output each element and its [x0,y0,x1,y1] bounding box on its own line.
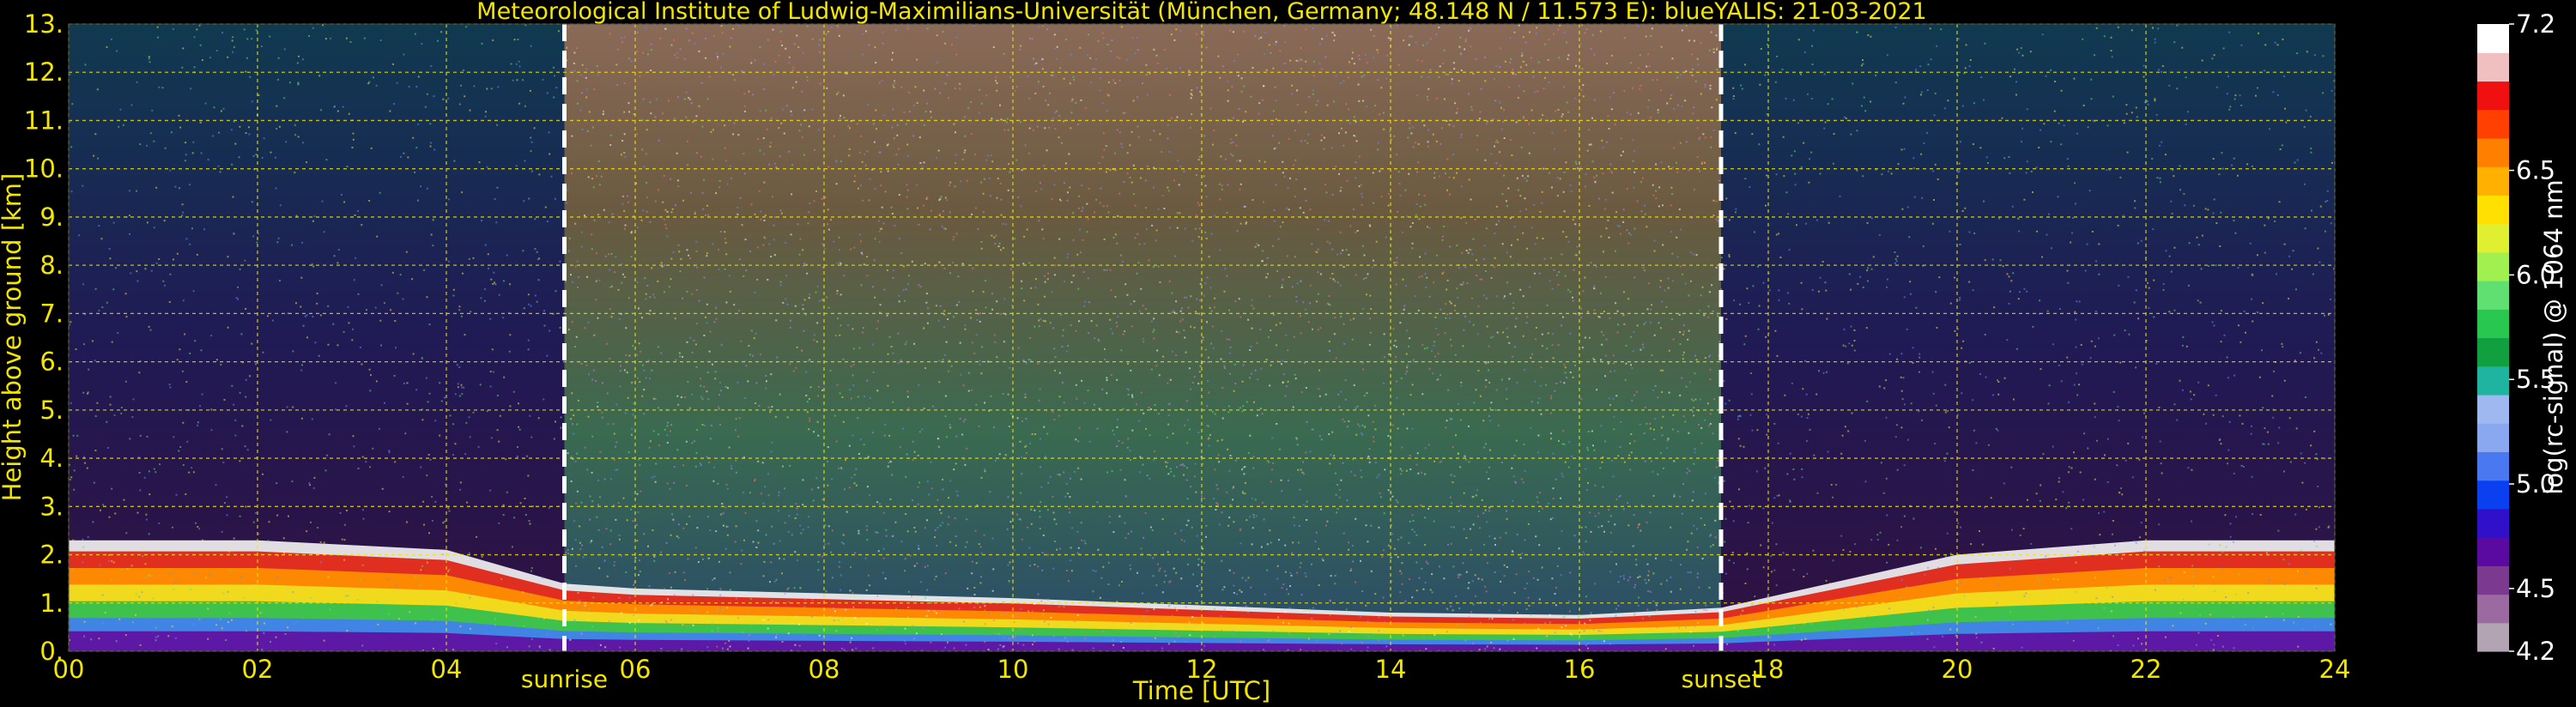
lidar-chart: Meteorological Institute of Ludwig-Maxim… [0,0,2568,705]
colorbar-swatch [2477,251,2509,281]
colorbar-swatch [2477,309,2509,339]
colorbar-swatch [2477,565,2509,595]
colorbar-swatch [2477,423,2509,453]
colorbar-swatch [2477,109,2509,139]
x-tick-label: 10 [997,655,1029,684]
colorbar-swatch [2477,594,2509,624]
x-tick-label: 14 [1375,655,1407,684]
y-ticks: 0. 1. 2. 3. 4. 5. 6. 7. 8. 9. 10. 11. 12. 13. [24,9,64,666]
annotation-label: sunrise [521,665,608,693]
colorbar-swatch [2477,166,2509,196]
colorbar-swatch [2477,24,2509,53]
y-tick-label: 9. [39,202,64,232]
daytime-background [564,24,1721,651]
x-tick-label: 08 [809,655,840,684]
colorbar-swatch [2477,337,2509,367]
y-tick-label: 8. [39,251,64,280]
annotation-label: sunset [1682,665,1761,693]
y-tick-label: 10. [24,154,64,184]
colorbar-swatch [2477,223,2509,253]
colorbar-tick-label: 7.2 [2516,9,2555,39]
colorbar-swatch [2477,195,2509,225]
y-tick-label: 12. [24,57,64,87]
y-tick-label: 0. [39,637,64,666]
colorbar: 7.26.56.05.55.04.54.2 log(rc-signal) @ 1… [2477,9,2568,666]
colorbar-swatches [2477,24,2509,652]
y-tick-label: 1. [39,589,64,618]
colorbar-label: log(rc-signal) @ 1064 nm [2539,179,2568,494]
y-tick-label: 13. [24,9,64,39]
y-tick-label: 11. [24,106,64,135]
colorbar-swatch [2477,52,2509,82]
x-tick-label: 20 [1942,655,1973,684]
colorbar-tick-label: 4.5 [2516,574,2555,603]
colorbar-swatch [2477,366,2509,396]
x-tick-label: 06 [620,655,652,684]
colorbar-swatch [2477,508,2509,538]
x-axis-label: Time [UTC] [1132,676,1270,705]
y-tick-label: 7. [39,299,64,328]
x-tick-label: 02 [242,655,274,684]
colorbar-swatch [2477,394,2509,424]
chart-title: Meteorological Institute of Ludwig-Maxim… [476,0,1926,25]
x-tick-label: 24 [2319,655,2351,684]
colorbar-swatch [2477,451,2509,481]
y-tick-label: 4. [39,444,64,473]
plot-area [69,24,2335,651]
colorbar-swatch [2477,480,2509,510]
colorbar-swatch [2477,81,2509,111]
y-axis-label: Height above ground [km] [0,173,27,502]
colorbar-swatch [2477,137,2509,167]
x-tick-label: 04 [431,655,463,684]
x-tick-label: 18 [1753,655,1785,684]
y-tick-label: 6. [39,347,64,377]
y-tick-label: 5. [39,396,64,425]
colorbar-swatch [2477,622,2509,652]
x-tick-label: 16 [1564,655,1596,684]
y-tick-label: 3. [39,492,64,521]
y-tick-label: 2. [39,541,64,570]
colorbar-swatch [2477,281,2509,310]
x-tick-label: 22 [2131,655,2162,684]
colorbar-swatch [2477,537,2509,566]
colorbar-tick-label: 4.2 [2516,637,2555,666]
